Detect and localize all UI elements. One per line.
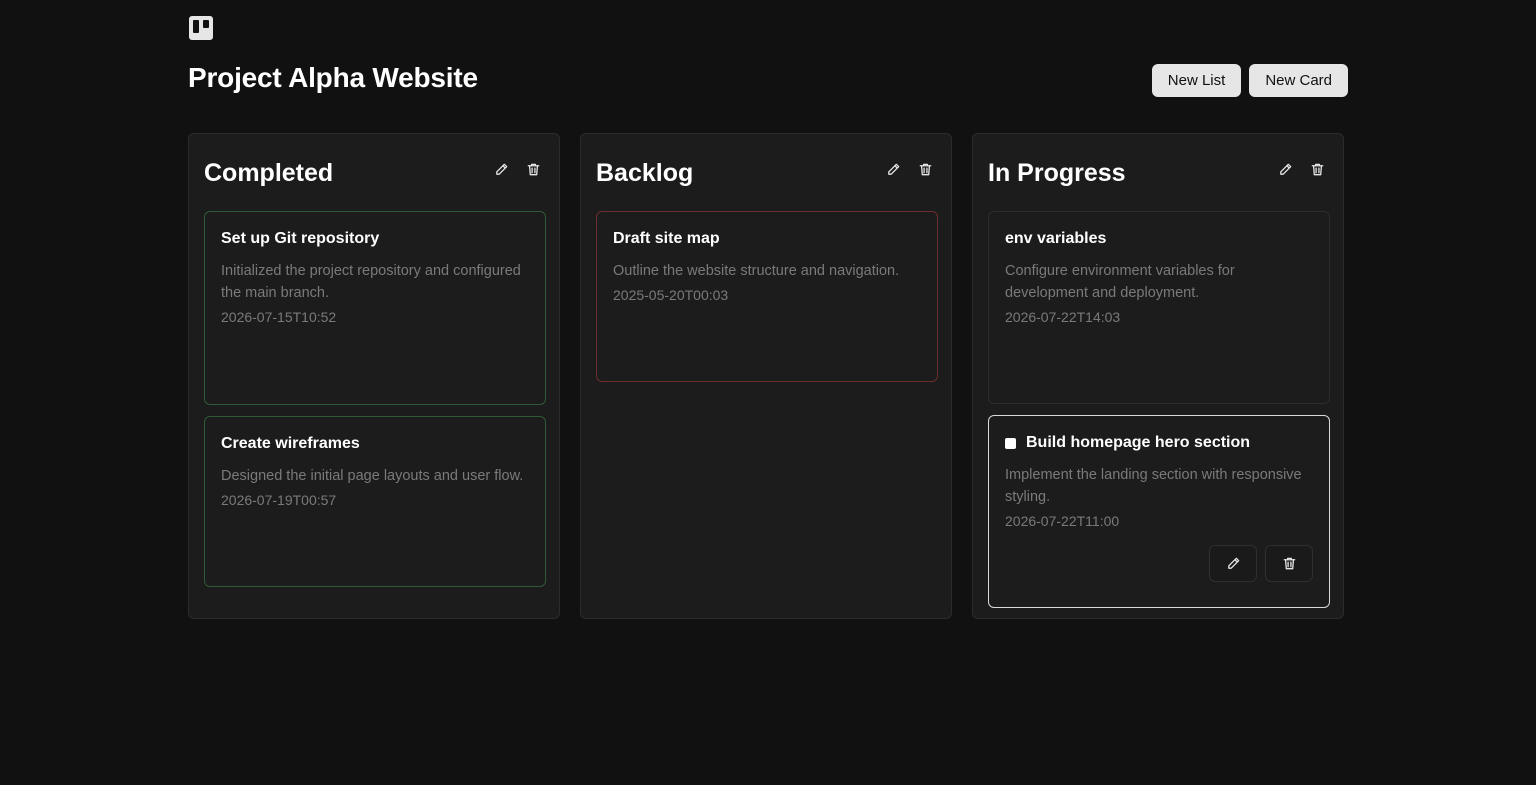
trash-icon[interactable] [1306, 158, 1328, 180]
card-title: Build homepage hero section [1026, 434, 1251, 451]
pencil-icon[interactable] [490, 158, 512, 180]
pencil-icon[interactable] [882, 158, 904, 180]
list-actions [1274, 158, 1328, 180]
card-description: Implement the landing section with respo… [1005, 467, 1302, 505]
card-title: Create wireframes [221, 435, 360, 452]
card[interactable]: Set up Git repository Initialized the pr… [204, 211, 546, 405]
card-description: Outline the website structure and naviga… [613, 263, 900, 279]
card[interactable]: Create wireframes Designed the initial p… [204, 416, 546, 587]
list-completed: Completed Set up Git repository Initiali… [188, 133, 560, 619]
card[interactable]: Draft site map Outline the website struc… [596, 211, 938, 382]
new-list-button[interactable]: New List [1151, 64, 1242, 97]
header-actions: New List New Card [1151, 64, 1348, 97]
card-list: Set up Git repository Initialized the pr… [204, 211, 546, 587]
card-list: env variables Configure environment vari… [988, 211, 1330, 608]
edit-card-button[interactable] [1209, 545, 1257, 582]
card-date: 2026-07-19T00:57 [221, 492, 337, 508]
card-title: Set up Git repository [221, 230, 380, 247]
list-header: Completed [204, 134, 544, 208]
card-hovered[interactable]: Build homepage hero section Implement th… [988, 415, 1330, 608]
card-date: 2026-07-22T11:00 [1005, 513, 1120, 529]
list-title: Backlog [596, 158, 694, 187]
pencil-icon[interactable] [1274, 158, 1296, 180]
list-actions [882, 158, 936, 180]
list-title: Completed [204, 158, 334, 187]
delete-card-button[interactable] [1265, 545, 1313, 582]
list-actions [490, 158, 544, 180]
list-title: In Progress [988, 158, 1126, 187]
card-description: Initialized the project repository and c… [221, 263, 521, 301]
card-date: 2026-07-15T10:52 [221, 309, 337, 325]
card-date: 2026-07-22T14:03 [1005, 309, 1121, 325]
card-actions [1005, 545, 1313, 582]
card-description: Designed the initial page layouts and us… [221, 468, 524, 484]
card-title: Draft site map [613, 230, 720, 247]
page-title: Project Alpha Website [188, 62, 478, 93]
card-date: 2025-05-20T00:03 [613, 287, 729, 303]
list-backlog: Backlog Draft site map Outline the websi… [580, 133, 952, 619]
card-checkbox[interactable] [1005, 437, 1016, 449]
board-lists: Completed Set up Git repository Initiali… [188, 133, 1344, 619]
trash-icon [1283, 557, 1295, 570]
new-card-button[interactable]: New Card [1249, 64, 1348, 97]
card-title: env variables [1005, 230, 1107, 247]
list-header: In Progress [988, 134, 1328, 208]
card[interactable]: env variables Configure environment vari… [988, 211, 1330, 404]
trash-icon[interactable] [522, 158, 544, 180]
trash-icon[interactable] [914, 158, 936, 180]
list-in-progress: In Progress env variables Configure envi… [972, 133, 1344, 619]
board-logo-icon[interactable] [189, 16, 213, 40]
card-title-row: Build homepage hero section [1005, 434, 1313, 452]
card-list: Draft site map Outline the website struc… [596, 211, 938, 382]
pencil-icon [1227, 557, 1239, 569]
board-page: Project Alpha Website New List New Card … [0, 0, 1536, 785]
card-description: Configure environment variables for deve… [1005, 263, 1235, 301]
list-header: Backlog [596, 134, 936, 208]
